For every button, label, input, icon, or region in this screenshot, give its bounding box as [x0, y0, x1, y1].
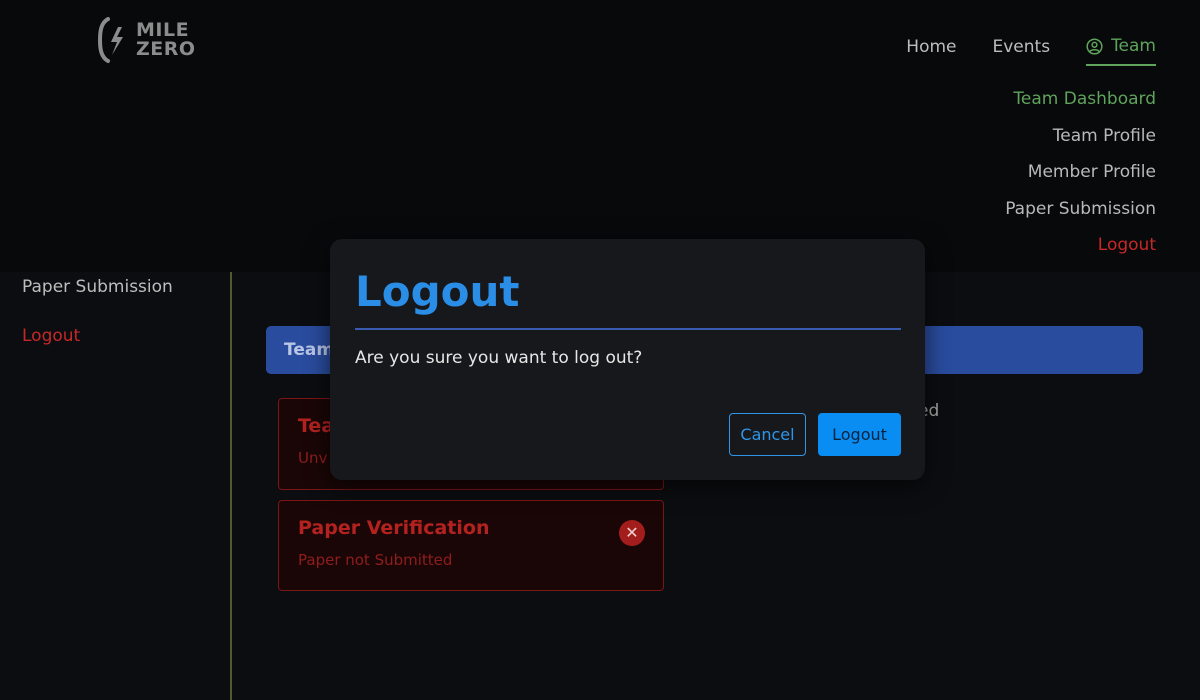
cancel-button[interactable]: Cancel — [729, 413, 806, 456]
dropdown-team-dashboard[interactable]: Team Dashboard — [1005, 88, 1156, 110]
logo[interactable]: MILE ZERO — [97, 14, 196, 66]
nav-team[interactable]: Team — [1086, 36, 1156, 66]
confirm-logout-button[interactable]: Logout — [818, 413, 901, 456]
dialog-divider — [355, 328, 901, 330]
header: MILE ZERO Home Events Team Team Dashboar… — [0, 0, 1200, 272]
logo-line-2: ZERO — [136, 38, 196, 60]
user-circle-icon — [1086, 37, 1103, 55]
sidebar: Paper Submission Logout — [0, 272, 232, 700]
nav-team-label: Team — [1111, 36, 1156, 56]
logo-mark-icon — [97, 15, 130, 65]
dialog-title: Logout — [355, 267, 520, 316]
card-title: Paper Verification — [298, 517, 490, 539]
nav-home[interactable]: Home — [906, 37, 956, 57]
nav-events[interactable]: Events — [993, 37, 1051, 57]
close-circle-icon: ✕ — [619, 520, 645, 546]
sidebar-item-logout[interactable]: Logout — [22, 326, 80, 346]
sidebar-item-paper-submission[interactable]: Paper Submission — [22, 277, 173, 297]
top-nav: Home Events Team — [870, 28, 1156, 66]
paper-verification-card: Paper Verification Paper not Submitted ✕ — [278, 500, 664, 591]
dialog-message: Are you sure you want to log out? — [355, 348, 643, 368]
logout-dialog: Logout Are you sure you want to log out?… — [330, 239, 925, 480]
team-dropdown-menu: Team Dashboard Team Profile Member Profi… — [1005, 88, 1156, 271]
dropdown-paper-submission[interactable]: Paper Submission — [1005, 198, 1156, 220]
logo-wordmark: MILE ZERO — [136, 21, 196, 59]
dropdown-logout[interactable]: Logout — [1005, 234, 1156, 256]
card-subtitle: Unv — [298, 449, 328, 467]
dropdown-team-profile[interactable]: Team Profile — [1005, 125, 1156, 147]
team-bar-label: Team — [284, 340, 335, 360]
card-title: Tea — [298, 415, 335, 437]
card-subtitle: Paper not Submitted — [298, 551, 453, 569]
dropdown-member-profile[interactable]: Member Profile — [1005, 161, 1156, 183]
